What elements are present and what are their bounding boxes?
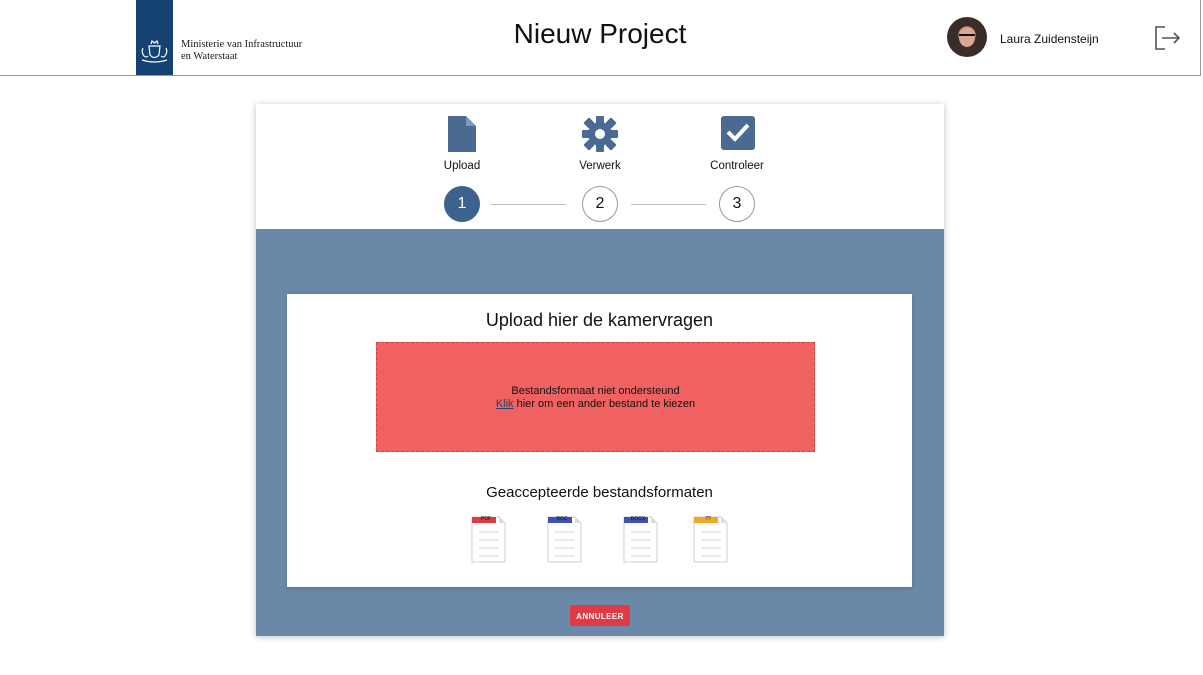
cancel-button[interactable]: ANNULEER	[570, 605, 630, 626]
accepted-formats-title: Geaccepteerde bestandsformaten	[486, 484, 713, 501]
avatar[interactable]	[947, 17, 987, 57]
doc-label: DOC	[556, 516, 568, 522]
docx-label: DOCX	[630, 516, 646, 522]
doc-file-icon: DOC	[547, 516, 582, 563]
step-2-indicator[interactable]: 2	[582, 186, 618, 222]
logout-button[interactable]	[1153, 24, 1181, 57]
upload-panel: Upload hier de kamervragen Bestandsforma…	[256, 229, 944, 636]
ministry-name-line2: en Waterstaat	[181, 51, 238, 62]
file-dropzone[interactable]: Bestandsformaat niet ondersteund Klik hi…	[376, 342, 815, 452]
checkbox-icon	[720, 114, 756, 155]
docx-file-icon: DOCX	[623, 516, 658, 563]
upload-card: Upload hier de kamervragen Bestandsforma…	[287, 294, 912, 587]
wizard-card: Upload Verwerk Controleer 1 2 3 Upload h…	[256, 104, 944, 636]
step-label-upload: Upload	[443, 160, 481, 172]
step-3-indicator[interactable]: 3	[719, 186, 755, 222]
step-label-controleer: Controleer	[710, 160, 764, 172]
choose-file-link[interactable]: Klik	[496, 398, 514, 410]
choose-other-file-text: Klik hier om een ander bestand te kiezen	[377, 398, 814, 410]
upload-title: Upload hier de kamervragen	[485, 310, 714, 330]
step-connector-1	[491, 204, 566, 205]
unknown-file-icon: ??	[693, 516, 728, 563]
unknown-label: ??	[705, 516, 711, 522]
error-message: Bestandsformaat niet ondersteund	[511, 385, 680, 397]
step-connector-2	[631, 204, 706, 205]
stepper: Upload Verwerk Controleer 1 2 3	[256, 104, 944, 229]
choose-file-text-rest: hier om een ander bestand te kiezen	[513, 398, 696, 410]
step-1-indicator[interactable]: 1	[444, 186, 480, 222]
pdf-file-icon: PDF	[471, 516, 506, 563]
avatar-glasses	[959, 34, 975, 40]
logout-icon	[1155, 26, 1181, 50]
user-name[interactable]: Laura Zuidensteijn	[1000, 32, 1099, 46]
pdf-label: PDF	[481, 516, 491, 522]
step-label-verwerk: Verwerk	[579, 160, 621, 172]
file-icon	[446, 114, 478, 159]
gear-icon	[581, 114, 619, 159]
header: Ministerie van Infrastructuur en Waterst…	[0, 0, 1201, 76]
